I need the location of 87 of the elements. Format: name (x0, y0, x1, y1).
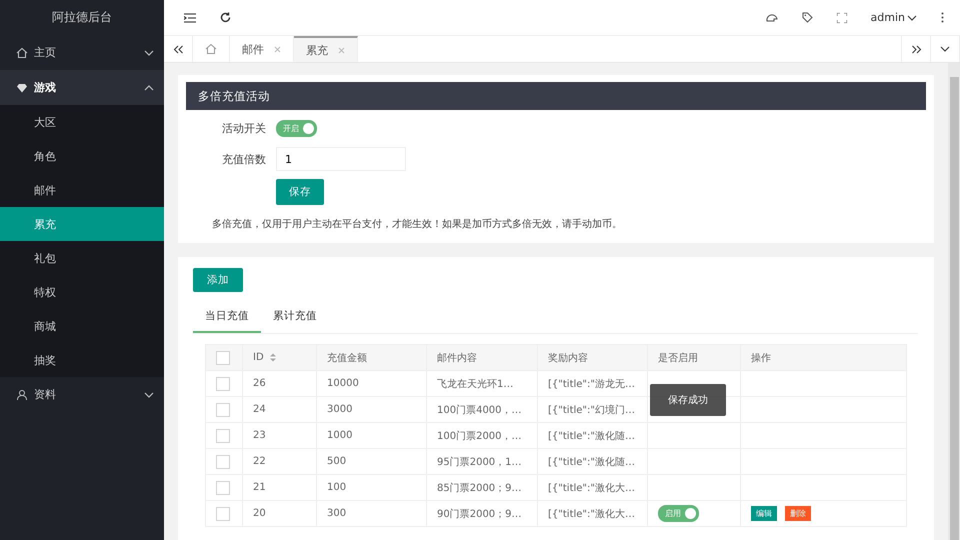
edit-button[interactable]: 编辑 (751, 506, 777, 521)
home-icon (205, 43, 217, 55)
caret-icon (907, 14, 917, 20)
table-cell: 1000 (316, 422, 426, 448)
add-button[interactable]: 添加 (193, 268, 243, 292)
chevron-icon (940, 46, 950, 52)
table-cell: 500 (316, 448, 426, 474)
card-title: 多倍充值活动 (186, 82, 926, 110)
sub-tab[interactable]: 累计充值 (261, 302, 329, 333)
table-cell: 22 (242, 448, 316, 474)
tag-icon[interactable] (802, 12, 813, 23)
chevron-icon (144, 84, 154, 90)
table-cell: [{"title":"游龙无… (538, 370, 648, 396)
page-tab[interactable]: 累充 (294, 36, 358, 62)
double-chevron-icon (910, 44, 922, 54)
table-cell: 100门票2000，… (426, 422, 538, 448)
column-header: 是否启用 (648, 344, 740, 370)
close-icon[interactable] (338, 46, 345, 54)
column-header: 邮件内容 (426, 344, 538, 370)
table-cell: [{"title":"激化大… (538, 500, 648, 526)
menu-item[interactable]: 主页 (0, 35, 164, 70)
submenu-item[interactable]: 特权 (0, 275, 164, 309)
menu-label: 资料 (34, 387, 57, 402)
table-cell: 90门票2000；9… (426, 500, 538, 526)
table-cell: [{"title":"激化随… (538, 448, 648, 474)
table-cell: 24 (242, 396, 316, 422)
checkbox[interactable] (216, 480, 230, 494)
note-text: 多倍充值，仅用于用户主动在平台支付，才能生效！如果是加币方式多倍无效，请手动加币。 (212, 218, 623, 231)
table-cell: [{"title":"激化大… (538, 474, 648, 500)
checkbox[interactable] (216, 402, 230, 416)
submenu-item[interactable]: 邮件 (0, 173, 164, 207)
column-header[interactable]: ID (242, 344, 316, 370)
submenu-item[interactable]: 角色 (0, 139, 164, 173)
submenu-item[interactable]: 大区 (0, 105, 164, 139)
refresh-icon[interactable] (220, 12, 231, 23)
checkbox[interactable] (216, 454, 230, 468)
input-field[interactable]: 1 (276, 147, 406, 171)
menu-label: 主页 (34, 45, 57, 60)
table-cell: 85门票2000；9… (426, 474, 538, 500)
table-cell: 10000 (316, 370, 426, 396)
sort-icon[interactable] (270, 352, 276, 362)
chevron-icon (144, 392, 154, 398)
field-label: 活动开关 (221, 121, 266, 136)
table-cell: 95门票2000，1… (426, 448, 538, 474)
user-icon (16, 388, 28, 400)
table-cell: [{"title":"幻境门… (538, 396, 648, 422)
home-icon (16, 46, 28, 58)
palette-icon[interactable] (766, 12, 778, 22)
table-cell: 飞龙在天光环1… (426, 370, 538, 396)
submenu-item[interactable]: 抽奖 (0, 343, 164, 377)
submenu-item[interactable]: 礼包 (0, 241, 164, 275)
checkbox[interactable] (216, 350, 230, 364)
scrollbar-thumb[interactable] (950, 77, 958, 540)
toast-message: 保存成功 (650, 384, 726, 416)
submenu-item[interactable]: 累充 (0, 207, 164, 241)
menu-label: 游戏 (34, 80, 57, 95)
table-cell: 3000 (316, 396, 426, 422)
checkbox[interactable] (216, 376, 230, 390)
menu-item[interactable]: 资料 (0, 377, 164, 412)
table-cell: 100 (316, 474, 426, 500)
gem-icon (16, 82, 28, 94)
chevron-icon (144, 50, 154, 56)
checkbox[interactable] (216, 428, 230, 442)
fullscreen-icon[interactable] (836, 12, 847, 22)
column-header: 奖励内容 (538, 344, 648, 370)
double-chevron-icon (172, 44, 184, 54)
table-cell: 20 (242, 500, 316, 526)
close-icon[interactable] (274, 46, 281, 52)
table-cell: 26 (242, 370, 316, 396)
more-icon[interactable] (941, 12, 944, 23)
column-header: 充值金额 (316, 344, 426, 370)
submenu-item[interactable]: 商城 (0, 309, 164, 343)
table-cell: 23 (242, 422, 316, 448)
checkbox[interactable] (216, 506, 230, 520)
table-cell: 21 (242, 474, 316, 500)
app-title: 阿拉德后台 (51, 9, 113, 26)
user-menu[interactable]: admin (870, 11, 917, 24)
table-cell: [{"title":"激化随… (538, 422, 648, 448)
table-cell: 100门票4000，… (426, 396, 538, 422)
sub-tab[interactable]: 当日充值 (193, 302, 261, 333)
scroll-right-button[interactable] (901, 36, 931, 62)
save-button[interactable]: 保存 (276, 179, 324, 205)
column-header: 操作 (740, 344, 906, 370)
field-label: 充值倍数 (221, 152, 266, 166)
menu-icon[interactable] (184, 12, 196, 22)
table-cell: 300 (316, 500, 426, 526)
menu-item[interactable]: 游戏 (0, 70, 164, 105)
